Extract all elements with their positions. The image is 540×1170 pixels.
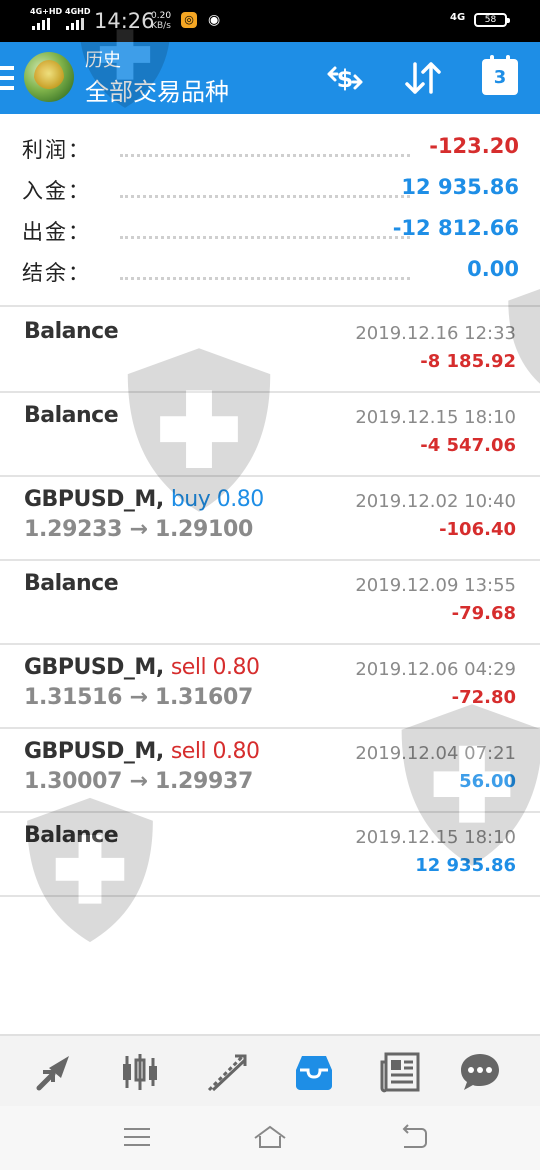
speed-unit: KB/s xyxy=(151,21,171,31)
dotted-leader xyxy=(120,277,410,280)
item-time: 2019.12.06 04:29 xyxy=(355,659,516,680)
network-type: 4G xyxy=(450,12,466,23)
item-amount: 56.00 xyxy=(459,771,516,792)
recent-apps-icon[interactable] xyxy=(120,1124,154,1150)
summary-value: -123.20 xyxy=(429,134,519,158)
item-symbol: Balance xyxy=(24,571,119,596)
battery-icon: 58 xyxy=(474,13,510,27)
app-header: 历史 全部交易品种 $ 3 xyxy=(0,42,540,114)
chart-icon[interactable] xyxy=(118,1050,162,1094)
item-title: Balance xyxy=(24,571,119,596)
item-symbol: GBPUSD_M, xyxy=(24,487,171,512)
item-amount: -72.80 xyxy=(451,687,516,708)
item-title: GBPUSD_M, sell 0.80 xyxy=(24,655,260,680)
list-item[interactable]: GBPUSD_M, sell 0.80 1.30007 → 1.29937 20… xyxy=(0,727,540,811)
chat-icon[interactable] xyxy=(458,1050,502,1094)
symbol-filter[interactable]: 全部交易品种 xyxy=(85,77,229,107)
dotted-leader xyxy=(120,195,410,198)
item-price: 1.30007 → 1.29937 xyxy=(24,769,254,794)
summary-label: 结余： xyxy=(22,261,91,285)
item-time: 2019.12.02 10:40 xyxy=(355,491,516,512)
signal-icon xyxy=(32,18,50,30)
system-nav-bar xyxy=(0,1106,540,1170)
item-time: 2019.12.15 18:10 xyxy=(355,827,516,848)
summary-row-profit: 利润： -123.20 xyxy=(0,130,540,171)
signal-icon xyxy=(66,18,84,30)
network-speed: 0.20 KB/s xyxy=(151,11,171,31)
summary-panel: 利润： -123.20 入金： 12 935.86 出金： -12 812.66… xyxy=(0,114,540,306)
item-time: 2019.12.09 13:55 xyxy=(355,575,516,596)
bottom-toolbar xyxy=(0,1034,540,1108)
item-price: 1.31516 → 1.31607 xyxy=(24,685,254,710)
summary-value: 12 935.86 xyxy=(401,175,519,199)
summary-row-balance: 结余： 0.00 xyxy=(0,253,540,294)
item-symbol: GBPUSD_M, xyxy=(24,655,171,680)
divider xyxy=(0,895,540,897)
dotted-leader xyxy=(120,154,410,157)
trade-direction: buy 0.80 xyxy=(170,487,264,512)
dotted-leader xyxy=(120,236,410,239)
news-icon[interactable] xyxy=(378,1050,422,1094)
page-title: 历史 xyxy=(85,50,121,71)
summary-label: 入金： xyxy=(22,179,91,203)
clock: 14:26 xyxy=(94,9,155,33)
item-symbol: GBPUSD_M, xyxy=(24,739,171,764)
svg-text:$: $ xyxy=(337,65,354,93)
item-price: 1.29233 → 1.29100 xyxy=(24,517,254,542)
status-bar: 4G+HD 4GHD 14:26 0.20 KB/s ◎ ◉ 4G 58 xyxy=(0,0,540,42)
trade-icon[interactable] xyxy=(205,1050,249,1094)
item-symbol: Balance xyxy=(24,319,119,344)
item-title: Balance xyxy=(24,823,119,848)
item-amount: -79.68 xyxy=(451,603,516,624)
summary-label: 出金： xyxy=(22,220,91,244)
app-logo[interactable] xyxy=(24,52,74,102)
network-label-1: 4G+HD xyxy=(30,7,63,16)
summary-value: -12 812.66 xyxy=(392,216,519,240)
trade-direction: sell 0.80 xyxy=(170,739,260,764)
summary-row-withdrawal: 出金： -12 812.66 xyxy=(0,212,540,253)
item-symbol: Balance xyxy=(24,403,119,428)
item-time: 2019.12.15 18:10 xyxy=(355,407,516,428)
trade-direction: sell 0.80 xyxy=(170,655,260,680)
item-amount: -8 185.92 xyxy=(420,351,516,372)
calendar-icon[interactable]: 3 xyxy=(482,55,518,95)
item-title: GBPUSD_M, buy 0.80 xyxy=(24,487,264,512)
network-label-2: 4GHD xyxy=(65,7,91,16)
summary-value: 0.00 xyxy=(467,257,519,281)
item-time: 2019.12.04 07:21 xyxy=(355,743,516,764)
currency-exchange-icon[interactable]: $ xyxy=(323,56,367,100)
menu-icon[interactable] xyxy=(0,66,14,90)
quotes-icon[interactable] xyxy=(33,1050,77,1094)
item-amount: -4 547.06 xyxy=(420,435,516,456)
list-item[interactable]: GBPUSD_M, buy 0.80 1.29233 → 1.29100 201… xyxy=(0,475,540,559)
sort-icon[interactable] xyxy=(401,56,445,100)
home-icon[interactable] xyxy=(253,1124,287,1150)
history-icon[interactable] xyxy=(292,1050,336,1094)
item-title: GBPUSD_M, sell 0.80 xyxy=(24,739,260,764)
summary-label: 利润： xyxy=(22,138,91,162)
item-title: Balance xyxy=(24,403,119,428)
back-icon[interactable] xyxy=(396,1124,430,1150)
summary-row-deposit: 入金： 12 935.86 xyxy=(0,171,540,212)
item-time: 2019.12.16 12:33 xyxy=(355,323,516,344)
list-item[interactable]: Balance 2019.12.15 18:10 -4 547.06 xyxy=(0,391,540,475)
list-item[interactable]: GBPUSD_M, sell 0.80 1.31516 → 1.31607 20… xyxy=(0,643,540,727)
list-item[interactable]: Balance 2019.12.15 18:10 12 935.86 xyxy=(0,811,540,895)
item-symbol: Balance xyxy=(24,823,119,848)
flame-notification-icon: ◉ xyxy=(208,12,221,28)
item-amount: -106.40 xyxy=(439,519,516,540)
app-notification-icon: ◎ xyxy=(181,12,197,28)
item-title: Balance xyxy=(24,319,119,344)
list-item[interactable]: Balance 2019.12.16 12:33 -8 185.92 xyxy=(0,307,540,391)
item-amount: 12 935.86 xyxy=(415,855,516,876)
list-item[interactable]: Balance 2019.12.09 13:55 -79.68 xyxy=(0,559,540,643)
speed-value: 0.20 xyxy=(151,11,172,21)
